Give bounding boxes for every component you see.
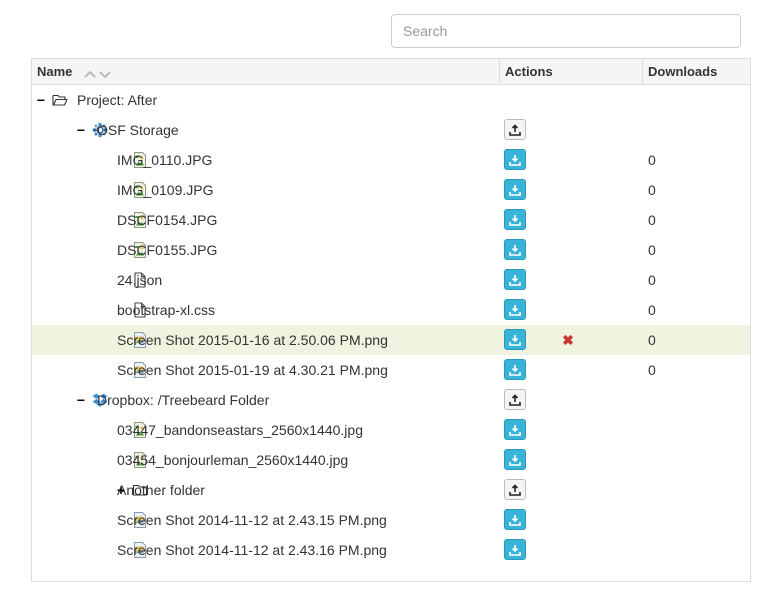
tree-row[interactable]: 03454_bonjourleman_2560x1440.jpg [32, 445, 750, 475]
tree-row[interactable]: Screen Shot 2015-01-19 at 4.30.21 PM.png… [32, 355, 750, 385]
upload-icon [509, 483, 521, 496]
download-icon [509, 514, 521, 526]
download-icon [509, 364, 521, 376]
download-icon [509, 244, 521, 256]
row-label: IMG_0110.JPG [117, 152, 213, 168]
download-count: 0 [648, 242, 656, 258]
row-label: Project: After [77, 92, 158, 108]
download-button[interactable] [504, 239, 526, 260]
upload-button[interactable] [504, 479, 526, 500]
tree-row[interactable]: Screen Shot 2014-11-12 at 2.43.15 PM.png [32, 505, 750, 535]
tree-row[interactable]: + Another folder [32, 475, 750, 505]
tree-row[interactable]: DSCF0154.JPG 0 [32, 205, 750, 235]
upload-button[interactable] [504, 389, 526, 410]
download-button[interactable] [504, 359, 526, 380]
tree-row[interactable]: 03447_bandonseastars_2560x1440.jpg [32, 415, 750, 445]
tree-row[interactable]: Screen Shot 2015-01-16 at 2.50.06 PM.png… [32, 325, 750, 355]
row-label: Screen Shot 2015-01-16 at 2.50.06 PM.png [117, 332, 388, 348]
download-icon [509, 274, 521, 286]
delete-icon[interactable]: ✖ [561, 332, 575, 348]
upload-button[interactable] [504, 119, 526, 140]
grid-header: Name Actions Downloads [32, 59, 750, 85]
download-icon [509, 304, 521, 316]
row-label: bootstrap-xl.css [117, 302, 216, 318]
tree-row[interactable]: 24.json 0 [32, 265, 750, 295]
download-icon [509, 334, 521, 346]
tree-row[interactable]: − Dropbox: /Treebeard Folder [32, 385, 750, 415]
row-label: Dropbox: /Treebeard Folder [97, 392, 270, 408]
row-label: Screen Shot 2015-01-19 at 4.30.21 PM.png [117, 362, 388, 378]
download-button[interactable] [504, 419, 526, 440]
tree-row[interactable]: − Project: After [32, 85, 750, 115]
row-label: OSF Storage [97, 122, 179, 138]
download-button[interactable] [504, 179, 526, 200]
tree-row[interactable]: IMG_0109.JPG 0 [32, 175, 750, 205]
column-header-name-label: Name [37, 64, 73, 79]
column-header-downloads: Downloads [648, 64, 718, 79]
download-count: 0 [648, 182, 656, 198]
download-count: 0 [648, 152, 656, 168]
row-label: Another folder [117, 482, 205, 498]
collapse-toggle[interactable]: − [76, 392, 86, 408]
row-label: 03447_bandonseastars_2560x1440.jpg [117, 422, 363, 438]
folder-open-icon [52, 92, 68, 108]
download-icon [509, 424, 521, 436]
download-count: 0 [648, 212, 656, 228]
download-icon [509, 154, 521, 166]
tree-row[interactable]: − OSF Storage [32, 115, 750, 145]
row-label: DSCF0154.JPG [117, 212, 218, 228]
tree-row[interactable]: DSCF0155.JPG 0 [32, 235, 750, 265]
download-button[interactable] [504, 509, 526, 530]
row-label: 03454_bonjourleman_2560x1440.jpg [117, 452, 349, 468]
sort-icon[interactable] [84, 60, 112, 85]
collapse-toggle[interactable]: − [36, 92, 46, 108]
download-button[interactable] [504, 209, 526, 230]
tree-row[interactable]: bootstrap-xl.css 0 [32, 295, 750, 325]
download-button[interactable] [504, 149, 526, 170]
upload-icon [509, 393, 521, 406]
download-button[interactable] [504, 299, 526, 320]
column-header-name[interactable]: Name [32, 59, 500, 84]
download-count: 0 [648, 362, 656, 378]
download-icon [509, 184, 521, 196]
file-tree-grid: Name Actions Downloads − Project: After − O… [31, 58, 751, 582]
tree-row[interactable]: IMG_0110.JPG 0 [32, 145, 750, 175]
download-icon [509, 544, 521, 556]
download-count: 0 [648, 272, 656, 288]
download-button[interactable] [504, 539, 526, 560]
row-label: 24.json [117, 272, 163, 288]
download-count: 0 [648, 332, 656, 348]
download-button[interactable] [504, 269, 526, 290]
download-icon [509, 214, 521, 226]
download-count: 0 [648, 302, 656, 318]
download-button[interactable] [504, 449, 526, 470]
upload-icon [509, 123, 521, 136]
tree-row[interactable]: Screen Shot 2014-11-12 at 2.43.16 PM.png [32, 535, 750, 565]
download-button[interactable] [504, 329, 526, 350]
row-label: Screen Shot 2014-11-12 at 2.43.15 PM.png [117, 512, 387, 528]
row-label: IMG_0109.JPG [117, 182, 214, 198]
collapse-toggle[interactable]: − [76, 122, 86, 138]
download-icon [509, 454, 521, 466]
column-header-actions: Actions [500, 59, 643, 84]
row-label: DSCF0155.JPG [117, 242, 218, 258]
row-label: Screen Shot 2014-11-12 at 2.43.16 PM.png [117, 542, 387, 558]
search-input[interactable] [391, 14, 741, 48]
